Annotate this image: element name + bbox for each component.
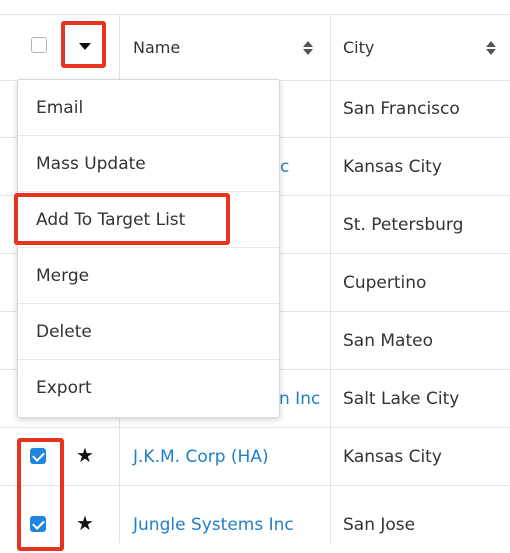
record-name-link[interactable]: Jungle Systems Inc [133, 496, 294, 553]
column-header-city[interactable]: City [343, 15, 503, 80]
column-divider [330, 15, 331, 80]
record-name-link[interactable]: c [280, 138, 289, 195]
menu-item-add-to-target-list[interactable]: Add To Target List [18, 192, 279, 248]
record-city: San Mateo [343, 330, 433, 351]
table-header: Name City [0, 14, 510, 81]
column-divider [330, 80, 331, 137]
column-divider [330, 312, 331, 369]
record-name-link[interactable]: n Inc [279, 370, 320, 427]
menu-item-email[interactable]: Email [18, 80, 279, 136]
sort-icon[interactable] [303, 40, 313, 56]
record-city: St. Petersburg [343, 214, 464, 235]
record-name-link[interactable]: J.K.M. Corp (HA) [133, 428, 269, 485]
column-divider [330, 196, 331, 253]
star-icon[interactable]: ★ [76, 445, 94, 465]
table-row[interactable]: ★ J.K.M. Corp (HA) Kansas City [0, 428, 510, 486]
menu-item-merge[interactable]: Merge [18, 248, 279, 304]
table-row[interactable]: ★ Jungle Systems Inc San Jose [0, 486, 510, 543]
column-header-name[interactable]: Name [133, 15, 323, 80]
record-city: Cupertino [343, 272, 427, 293]
menu-item-export[interactable]: Export [18, 360, 279, 416]
column-divider [330, 254, 331, 311]
column-divider [330, 370, 331, 427]
record-city: Kansas City [343, 446, 442, 467]
record-city: Salt Lake City [343, 388, 460, 409]
menu-item-mass-update[interactable]: Mass Update [18, 136, 279, 192]
row-checkbox[interactable] [30, 516, 46, 532]
actions-dropdown-menu: Email Mass Update Add To Target List Mer… [17, 79, 280, 418]
row-checkbox[interactable] [30, 448, 46, 464]
column-divider [119, 15, 120, 80]
column-divider [330, 428, 331, 485]
column-divider [119, 486, 120, 543]
column-divider [119, 428, 120, 485]
star-icon[interactable]: ★ [76, 513, 94, 533]
record-city: Kansas City [343, 156, 442, 177]
select-all-checkbox[interactable] [31, 37, 47, 53]
column-divider [330, 486, 331, 543]
name-header-label: Name [133, 38, 181, 57]
sort-icon[interactable] [486, 40, 496, 56]
record-city: San Francisco [343, 98, 460, 119]
city-header-label: City [343, 38, 375, 57]
column-divider [330, 138, 331, 195]
chevron-down-icon[interactable] [79, 43, 91, 50]
record-city: San Jose [343, 514, 416, 535]
menu-item-delete[interactable]: Delete [18, 304, 279, 360]
